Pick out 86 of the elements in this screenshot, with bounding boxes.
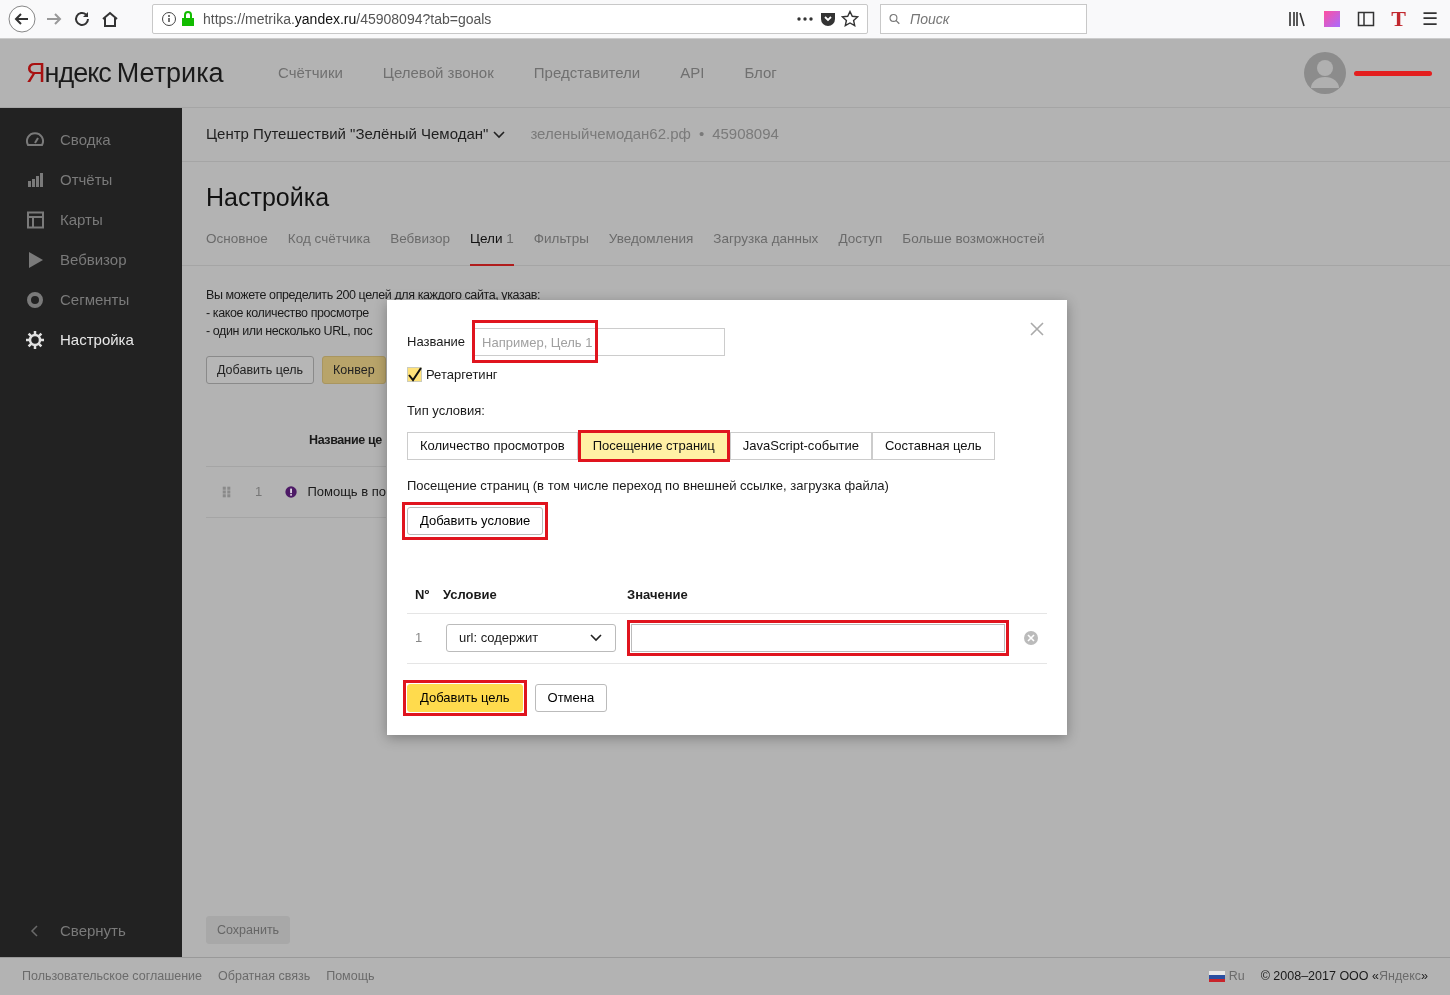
- cancel-button[interactable]: Отмена: [534, 683, 608, 712]
- star-icon[interactable]: [841, 10, 859, 28]
- tab[interactable]: Доступ: [838, 215, 883, 266]
- collapse-link[interactable]: Свернуть: [0, 911, 182, 951]
- row-number: 1: [415, 629, 424, 648]
- add-goal-button[interactable]: Добавить цель: [407, 683, 523, 712]
- counter-selector[interactable]: Центр Путешествий "Зелёный Чемодан": [206, 123, 507, 146]
- intro-text: - какое количество просмотре: [206, 305, 369, 322]
- column-header: Nº: [415, 586, 431, 605]
- field-label: Название: [407, 333, 466, 352]
- tab[interactable]: Уведомления: [608, 215, 694, 266]
- tab[interactable]: Больше возможностей: [902, 215, 1045, 266]
- page-title: Настройка: [206, 182, 331, 212]
- tab[interactable]: Фильтры: [533, 215, 589, 266]
- menu-button[interactable]: ☰: [1422, 10, 1438, 28]
- nav-link[interactable]: Блог: [744, 61, 777, 85]
- home-icon[interactable]: [100, 9, 120, 29]
- company-link[interactable]: Яндекс: [1379, 969, 1422, 984]
- flag-icon: [1208, 971, 1225, 982]
- condition-type-tab[interactable]: JavaScript-событие: [729, 432, 872, 460]
- reload-icon[interactable]: [72, 9, 92, 29]
- goal-name: Помощь в по: [307, 483, 386, 502]
- copyright-text: © 2008–2017 ООО «Яндекс»: [1260, 968, 1428, 986]
- footer-link[interactable]: Помощь: [326, 967, 375, 986]
- add-condition-button[interactable]: Добавить условие: [407, 506, 544, 535]
- nav-link[interactable]: Представители: [533, 61, 641, 85]
- back-icon[interactable]: [8, 5, 36, 33]
- sidebar-item[interactable]: Сводка: [0, 120, 182, 160]
- extension-button[interactable]: T: [1391, 8, 1406, 30]
- logo-product[interactable]: Метрика: [116, 52, 224, 94]
- column-header: Условие: [443, 586, 498, 605]
- shield-icon[interactable]: [819, 10, 837, 28]
- section-label: Тип условия:: [407, 401, 486, 420]
- bar-chart-icon: [26, 171, 44, 189]
- column-header: Значение: [627, 586, 688, 605]
- condition-select[interactable]: url: содержит: [446, 624, 616, 652]
- column-header: Название це: [309, 433, 382, 447]
- gradient-square-icon[interactable]: [1323, 10, 1342, 28]
- tab[interactable]: Вебвизор: [390, 215, 451, 266]
- language-selector[interactable]: Ru: [1208, 967, 1245, 986]
- sidebar-icon[interactable]: [1357, 10, 1376, 28]
- save-button[interactable]: Сохранить: [206, 916, 291, 944]
- drag-handle-icon[interactable]: [222, 484, 232, 500]
- ring-icon: [26, 291, 44, 309]
- logo-brand[interactable]: Яндекс: [26, 52, 111, 94]
- gauge-icon: [26, 131, 44, 149]
- separator-dot: •: [698, 124, 705, 145]
- condition-type-tab[interactable]: Посещение страниц: [577, 430, 730, 462]
- intro-text: - один или несколько URL, пос: [206, 323, 373, 340]
- condition-type-tab[interactable]: Количество просмотров: [407, 432, 578, 460]
- layout-icon: [26, 211, 44, 229]
- search-field[interactable]: Поиск: [908, 7, 1078, 31]
- warning-icon: [285, 484, 298, 500]
- goal-button[interactable]: Конвер: [322, 356, 386, 384]
- tab[interactable]: Код счётчика: [287, 215, 371, 266]
- sidebar-item[interactable]: Карты: [0, 200, 182, 240]
- tab[interactable]: Загрузка данных: [713, 215, 819, 266]
- url-text: https://metrika.yandex.ru/45908094?tab=goals: [203, 9, 493, 29]
- footer-link[interactable]: Пользовательское соглашение: [22, 967, 203, 986]
- condition-type-tab[interactable]: Составная цель: [871, 432, 995, 460]
- checkbox[interactable]: [407, 367, 422, 383]
- info-icon: [161, 11, 177, 27]
- name-field[interactable]: Например, Цель 1: [473, 328, 726, 356]
- description-text: Посещение страниц (в том числе переход по внешней ссылке, загрузка файла): [407, 477, 890, 495]
- search-box[interactable]: Поиск: [880, 4, 1087, 34]
- checkbox-label[interactable]: Ретаргетинг: [426, 365, 498, 385]
- counter-id: 45908094: [712, 124, 779, 145]
- nav-link[interactable]: Целевой звонок: [382, 61, 494, 85]
- sidebar-item[interactable]: Отчёты: [0, 160, 182, 200]
- row-number: 1: [255, 483, 263, 502]
- lock-icon: [181, 11, 195, 27]
- counter-domain: зеленыйчемодан62.рф: [530, 124, 691, 145]
- sidebar-item[interactable]: Сегменты: [0, 280, 182, 320]
- settings-icon: [26, 331, 44, 349]
- library-icon[interactable]: [1287, 10, 1308, 28]
- tab[interactable]: Цели 1: [470, 215, 514, 266]
- tab[interactable]: Основное: [206, 215, 268, 266]
- sidebar-item[interactable]: Вебвизор: [0, 240, 182, 280]
- nav-link[interactable]: API: [680, 61, 705, 85]
- search-icon: [889, 11, 900, 27]
- play-icon: [26, 251, 44, 269]
- goal-button[interactable]: Добавить цель: [206, 356, 315, 384]
- footer-link[interactable]: Обратная связь: [218, 967, 311, 986]
- sidebar-item[interactable]: Настройка: [0, 320, 182, 360]
- address-bar[interactable]: https://metrika.yandex.ru/45908094?tab=goals: [152, 4, 868, 34]
- nav-link[interactable]: Счётчики: [278, 61, 343, 85]
